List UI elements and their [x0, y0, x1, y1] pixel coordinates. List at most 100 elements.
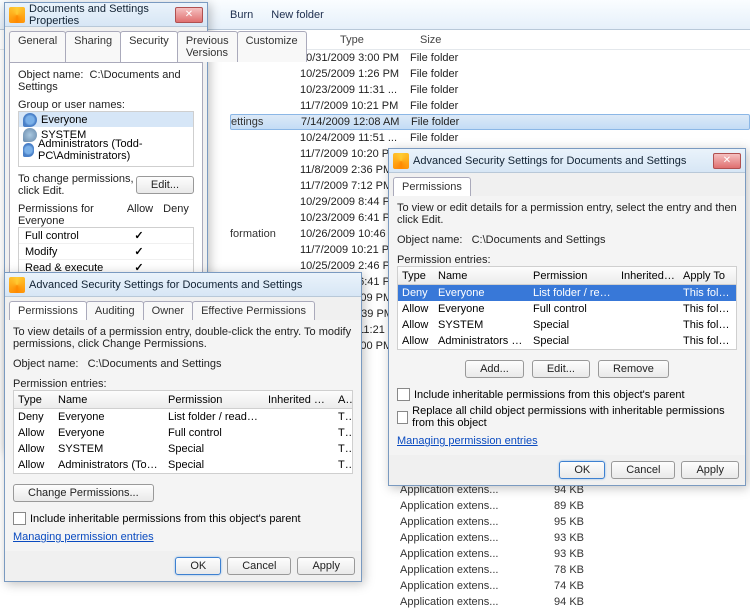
system-icon [23, 128, 37, 142]
file-row[interactable]: 10/24/2009 11:51 ...File folder [230, 130, 750, 146]
file-row[interactable]: 11/7/2009 10:21 PMFile folder [230, 98, 750, 114]
tab-auditing[interactable]: Auditing [86, 301, 144, 320]
object-name-value: C:\Documents and Settings [88, 358, 222, 370]
replace-child-checkbox[interactable]: Replace all child object permissions wit… [397, 405, 737, 429]
tabstrip: Permissions Auditing Owner Effective Per… [5, 297, 361, 320]
col-type[interactable]: Type [340, 34, 420, 46]
permission-entry-row[interactable]: AllowAdministrators (Todd-PC...SpecialTh… [14, 457, 352, 473]
group-everyone[interactable]: Everyone [19, 112, 193, 127]
permission-row: Full control [19, 228, 193, 244]
permission-row: Modify [19, 244, 193, 260]
allow-header: Allow [122, 203, 158, 227]
group-names-label: Group or user names: [18, 99, 194, 111]
permission-entry-row[interactable]: AllowEveryoneFull controlThis folder, su… [398, 301, 736, 317]
permission-entry-row[interactable]: DenyEveryoneList folder / read dataThis … [14, 409, 352, 425]
tab-permissions[interactable]: Permissions [393, 177, 471, 196]
col-name[interactable]: Name [434, 270, 529, 282]
col-type[interactable]: Type [14, 394, 54, 406]
advanced-security-window-1: Advanced Security Settings for Documents… [4, 272, 362, 582]
permission-entry-row[interactable]: AllowAdministrators (Todd-PC...SpecialTh… [398, 333, 736, 349]
instructions: To view details of a permission entry, d… [13, 326, 353, 350]
cancel-button[interactable]: Cancel [611, 461, 675, 479]
col-apply[interactable]: Apply To [334, 394, 352, 406]
include-inheritable-checkbox[interactable]: Include inheritable permissions from thi… [13, 512, 353, 525]
permission-entry-row[interactable]: AllowSYSTEMSpecialThis folder only [398, 317, 736, 333]
tab-security[interactable]: Security [120, 31, 178, 62]
tab-previous-versions[interactable]: Previous Versions [177, 31, 238, 62]
entries-label: Permission entries: [397, 254, 737, 266]
col-inherited[interactable]: Inherited From [617, 270, 679, 282]
tab-owner[interactable]: Owner [143, 301, 193, 320]
checkbox-icon [13, 512, 26, 525]
change-permissions-hint: To change permissions, click Edit. [18, 173, 136, 197]
change-permissions-button[interactable]: Change Permissions... [13, 484, 154, 502]
permission-entries-list[interactable]: Type Name Permission Inherited From Appl… [13, 390, 353, 474]
permissions-panel: To view details of a permission entry, d… [5, 320, 361, 551]
titlebar[interactable]: Advanced Security Settings for Documents… [5, 273, 361, 297]
include-inheritable-checkbox[interactable]: Include inheritable permissions from thi… [397, 388, 737, 401]
managing-entries-link[interactable]: Managing permission entries [13, 531, 353, 543]
dialog-buttons: OK Cancel Apply [389, 455, 745, 485]
titlebar[interactable]: Advanced Security Settings for Documents… [389, 149, 745, 173]
titlebar[interactable]: Documents and Settings Properties ✕ [5, 3, 207, 27]
cancel-button[interactable]: Cancel [227, 557, 291, 575]
permissions-for-label: Permissions for Everyone [18, 203, 122, 227]
toolbar-burn[interactable]: Burn [230, 9, 253, 21]
object-name-label: Object name: [13, 358, 78, 370]
window-title: Documents and Settings Properties [29, 3, 173, 27]
tabstrip: Permissions [389, 173, 745, 196]
close-icon[interactable]: ✕ [713, 153, 741, 169]
col-inherited[interactable]: Inherited From [264, 394, 334, 406]
ok-button[interactable]: OK [175, 557, 221, 575]
object-name-label: Object name: [397, 234, 462, 246]
apply-button[interactable]: Apply [297, 557, 355, 575]
tabstrip: General Sharing Security Previous Versio… [5, 27, 207, 62]
group-administrators[interactable]: Administrators (Todd-PC\Administrators) [19, 142, 193, 157]
col-name[interactable]: Name [54, 394, 164, 406]
folder-icon [9, 7, 25, 23]
apply-button[interactable]: Apply [681, 461, 739, 479]
close-icon[interactable]: ✕ [175, 7, 203, 23]
window-title: Advanced Security Settings for Documents… [29, 279, 357, 291]
edit-button[interactable]: Edit... [532, 360, 590, 378]
managing-entries-link[interactable]: Managing permission entries [397, 435, 737, 447]
dialog-buttons: OK Cancel Apply [5, 551, 361, 581]
deny-header: Deny [158, 203, 194, 227]
group-listbox[interactable]: Everyone SYSTEM Administrators (Todd-PC\… [18, 111, 194, 167]
toolbar-new-folder[interactable]: New folder [271, 9, 324, 21]
users-icon [23, 113, 37, 127]
entries-label: Permission entries: [13, 378, 353, 390]
users-icon [23, 143, 34, 157]
tab-general[interactable]: General [9, 31, 66, 62]
window-title: Advanced Security Settings for Documents… [413, 155, 711, 167]
object-name-value: C:\Documents and Settings [472, 234, 606, 246]
tab-permissions[interactable]: Permissions [9, 301, 87, 320]
permission-entry-row[interactable]: DenyEveryoneList folder / read d...This … [398, 285, 736, 301]
tab-sharing[interactable]: Sharing [65, 31, 121, 62]
advanced-security-window-2: Advanced Security Settings for Documents… [388, 148, 746, 486]
file-row[interactable]: 10/31/2009 3:00 PMFile folder [230, 50, 750, 66]
list-header[interactable]: Type Name Permission Inherited From Appl… [14, 391, 352, 409]
permission-entry-row[interactable]: AllowSYSTEMSpecialThis folder only [14, 441, 352, 457]
col-type[interactable]: Type [398, 270, 434, 282]
tab-customize[interactable]: Customize [237, 31, 307, 62]
checkbox-icon [397, 388, 410, 401]
col-size[interactable]: Size [420, 34, 470, 46]
folder-icon [393, 153, 409, 169]
edit-button[interactable]: Edit... [136, 176, 194, 194]
tab-effective-permissions[interactable]: Effective Permissions [192, 301, 315, 320]
file-row[interactable]: 10/25/2009 1:26 PMFile folder [230, 66, 750, 82]
add-button[interactable]: Add... [465, 360, 524, 378]
list-header[interactable]: Type Name Permission Inherited From Appl… [398, 267, 736, 285]
file-row[interactable]: ettings7/14/2009 12:08 AMFile folder [230, 114, 750, 130]
file-row[interactable]: 10/23/2009 11:31 ...File folder [230, 82, 750, 98]
col-apply[interactable]: Apply To [679, 270, 736, 282]
file-row[interactable]: Application extens...94 KB [230, 594, 750, 610]
col-permission[interactable]: Permission [529, 270, 617, 282]
permission-entries-list[interactable]: Type Name Permission Inherited From Appl… [397, 266, 737, 350]
ok-button[interactable]: OK [559, 461, 605, 479]
remove-button[interactable]: Remove [598, 360, 669, 378]
col-permission[interactable]: Permission [164, 394, 264, 406]
permissions-panel: To view or edit details for a permission… [389, 196, 745, 455]
permission-entry-row[interactable]: AllowEveryoneFull controlThis folder, su… [14, 425, 352, 441]
